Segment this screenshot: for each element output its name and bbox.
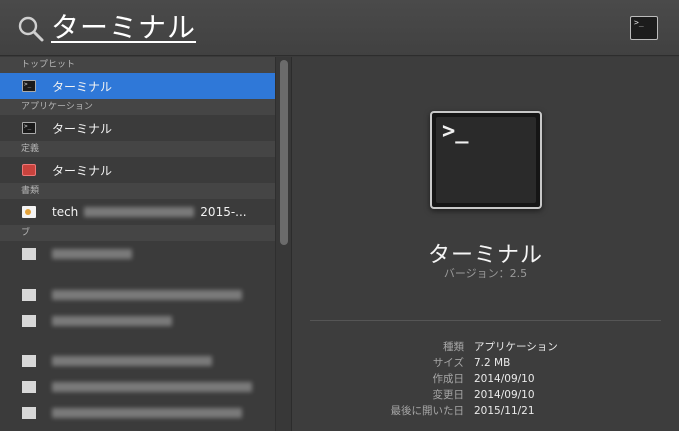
file-icon (22, 315, 36, 327)
terminal-prompt-glyph: >_ (442, 119, 469, 144)
result-item-last[interactable]: 実践 (0, 426, 275, 431)
metadata-row-size: サイズ 7.2 MB (292, 355, 679, 371)
search-icon (18, 16, 44, 42)
metadata-value: アプリケーション (474, 341, 558, 353)
file-icon (22, 381, 36, 393)
metadata-row-created: 作成日 2014/09/10 (292, 371, 679, 387)
terminal-icon: >_ (22, 122, 36, 134)
metadata-value: 2014/09/10 (474, 389, 535, 401)
document-icon (22, 206, 36, 218)
section-header-applications: アプリケーション (0, 99, 275, 115)
metadata-divider (310, 320, 661, 321)
redacted-text (52, 290, 242, 300)
results-list: トップヒット >_ ターミナル アプリケーション >_ ターミナル 定義 ターミ… (0, 57, 275, 431)
result-item-terminal-app[interactable]: >_ ターミナル (0, 115, 275, 141)
spotlight-search-bar: ターミナル >_ (0, 0, 679, 56)
section-header-definition: 定義 (0, 141, 275, 157)
dictionary-icon (22, 164, 36, 176)
redacted-text (52, 408, 242, 418)
terminal-app-icon: >_ (430, 111, 542, 209)
redacted-text (52, 356, 212, 366)
result-item-redacted[interactable] (0, 267, 275, 282)
result-label-start: tech (52, 205, 79, 219)
section-header-redacted: ブ (0, 225, 275, 241)
redacted-text (52, 249, 132, 259)
result-label: ターミナル (52, 79, 113, 94)
section-header-documents: 書類 (0, 183, 275, 199)
section-header-top-hit: トップヒット (0, 57, 275, 73)
metadata-table: 種類 アプリケーション サイズ 7.2 MB 作成日 2014/09/10 変更… (292, 339, 679, 419)
metadata-key: サイズ (432, 357, 464, 369)
file-icon (22, 407, 36, 419)
file-icon (22, 289, 36, 301)
metadata-value: 2014/09/10 (474, 373, 535, 385)
file-icon (22, 248, 36, 260)
preview-pane: >_ ターミナル バージョン：2.5 種類 アプリケーション サイズ 7.2 M… (292, 57, 679, 431)
result-item-redacted[interactable] (0, 308, 275, 334)
scrollbar-thumb[interactable] (280, 60, 288, 245)
metadata-row-modified: 変更日 2014/09/10 (292, 387, 679, 403)
result-item-document[interactable]: tech 2015-... (0, 199, 275, 225)
terminal-icon: >_ (22, 80, 36, 92)
metadata-value: 7.2 MB (474, 357, 511, 369)
redacted-text (52, 382, 252, 392)
result-item-redacted[interactable] (0, 282, 275, 308)
result-item-terminal-definition[interactable]: ターミナル (0, 157, 275, 183)
result-label: ターミナル (52, 121, 113, 136)
search-input[interactable]: ターミナル (51, 6, 196, 46)
result-item-redacted[interactable] (0, 400, 275, 426)
metadata-row-kind: 種類 アプリケーション (292, 339, 679, 355)
results-scrollbar[interactable] (275, 57, 291, 431)
result-item-redacted[interactable] (0, 348, 275, 374)
redacted-text (84, 207, 195, 217)
metadata-key: 作成日 (432, 373, 465, 385)
result-item-terminal-top-hit[interactable]: >_ ターミナル (0, 73, 275, 99)
metadata-row-last-opened: 最後に開いた日 2015/11/21 (292, 403, 679, 419)
file-icon (22, 355, 36, 367)
terminal-icon: >_ (630, 16, 658, 40)
redacted-text (52, 316, 172, 326)
result-item-redacted[interactable] (0, 334, 275, 348)
metadata-key: 変更日 (432, 389, 465, 401)
metadata-key: 種類 (443, 341, 464, 353)
metadata-key: 最後に開いた日 (390, 405, 465, 417)
result-item-redacted[interactable] (0, 374, 275, 400)
metadata-value: 2015/11/21 (474, 405, 535, 417)
result-label-end: 2015-... (200, 205, 247, 219)
result-label: ターミナル (52, 163, 113, 178)
app-version: バージョン：2.5 (443, 267, 528, 280)
result-item-redacted[interactable] (0, 241, 275, 267)
